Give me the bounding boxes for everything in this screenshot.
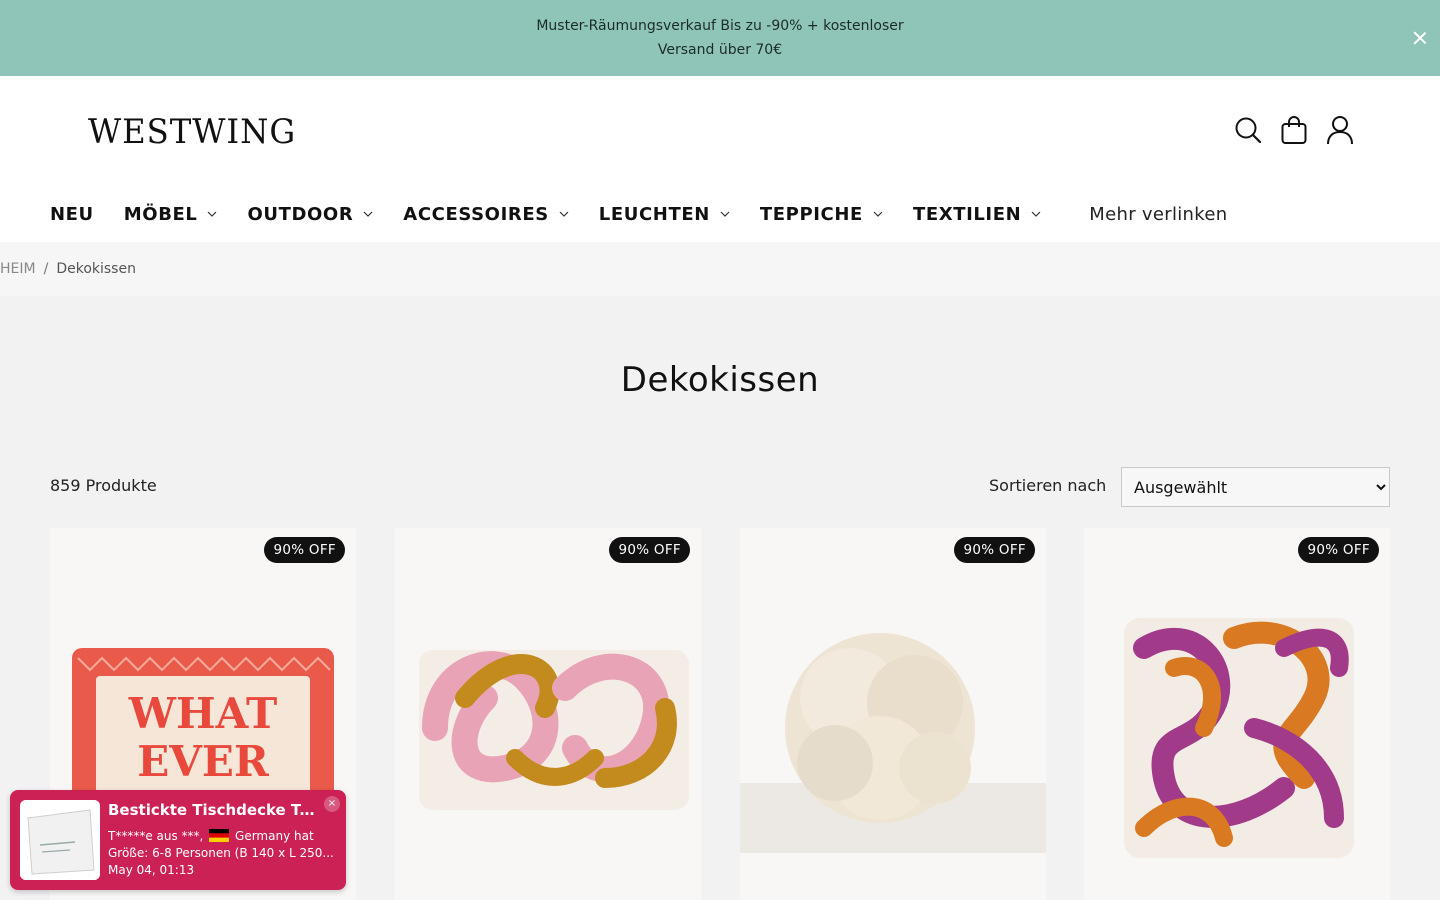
nav-item-textilien[interactable]: TEXTILIEN (913, 204, 1041, 225)
discount-badge: 90% OFF (609, 537, 690, 563)
notification-size: Größe: 6-8 Personen (B 140 x L 250... (108, 846, 334, 860)
product-card[interactable]: 90% OFF (740, 528, 1046, 900)
nav-item-label: OUTDOOR (247, 203, 354, 225)
chevron-down-icon (363, 211, 373, 217)
nav-item-outdoor[interactable]: OUTDOOR (247, 204, 373, 225)
nav-item-leuchten[interactable]: LEUCHTEN (599, 204, 730, 225)
sort-label: Sortieren nach (989, 476, 1107, 495)
nav-more-link[interactable]: Mehr verlinken (1089, 204, 1227, 225)
discount-badge: 90% OFF (1298, 537, 1379, 563)
site-header: WESTWING NEU MÖBEL OUTDOOR ACCESSOIRES L… (0, 76, 1440, 242)
notification-time: May 04, 01:13 (108, 863, 195, 877)
germany-flag-icon (209, 829, 230, 842)
breadcrumb-home-link[interactable]: HEIM (0, 261, 36, 277)
nav-item-label: LEUCHTEN (598, 203, 710, 225)
logo[interactable]: WESTWING (88, 112, 296, 152)
announcement-text-line1: Muster-Räumungsverkauf Bis zu -90% + kos… (536, 18, 904, 34)
product-card[interactable]: 90% OFF (395, 528, 701, 900)
nav-item-label: NEU (50, 203, 94, 225)
nav-item-label: ACCESSOIRES (403, 203, 549, 225)
nav-item-accessoires[interactable]: ACCESSOIRES (403, 204, 569, 225)
account-icon[interactable] (1326, 114, 1354, 146)
chevron-down-icon (559, 211, 569, 217)
close-icon[interactable] (1410, 28, 1430, 48)
product-card[interactable]: 90% OFF (1084, 528, 1390, 900)
nav-item-teppiche[interactable]: TEPPICHE (760, 204, 883, 225)
main-navigation: NEU MÖBEL OUTDOOR ACCESSOIRES LEUCHTEN T… (50, 200, 1227, 228)
nav-item-neu[interactable]: NEU (50, 204, 94, 225)
breadcrumb-separator: / (43, 261, 49, 277)
nav-item-label: MÖBEL (123, 203, 198, 225)
breadcrumb-current: Dekokissen (56, 261, 136, 277)
chevron-down-icon (720, 211, 730, 217)
product-image-text: EVER (137, 737, 270, 786)
page-title: Dekokissen (620, 360, 820, 400)
purchase-notification[interactable]: Bestickte Tischdecke Tu... × T*****e aus… (10, 790, 346, 890)
cart-icon[interactable] (1280, 114, 1308, 146)
product-count: 859 Produkte (50, 476, 157, 495)
product-image-text: WHAT (128, 689, 277, 738)
product-image (1124, 618, 1354, 858)
notification-country: Germany hat (235, 829, 314, 843)
nav-item-label: TEPPICHE (759, 203, 863, 225)
discount-badge: 90% OFF (264, 537, 345, 563)
chevron-down-icon (873, 211, 883, 217)
discount-badge: 90% OFF (954, 537, 1035, 563)
nav-item-label: TEXTILIEN (912, 203, 1022, 225)
chevron-down-icon (208, 211, 217, 217)
nav-item-moebel[interactable]: MÖBEL (124, 204, 218, 225)
search-icon[interactable] (1234, 114, 1262, 146)
product-image (740, 633, 1046, 853)
header-icons (1234, 114, 1354, 146)
notification-buyer-line: T*****e aus ***, Germany hat (108, 829, 338, 843)
breadcrumb: HEIM / Dekokissen (0, 242, 1440, 296)
notification-title: Bestickte Tischdecke Tu... (108, 801, 318, 819)
announcement-text-line2: Versand über 70€ (657, 42, 783, 58)
sort-select[interactable]: Ausgewählt (1121, 467, 1390, 507)
notification-thumbnail (20, 800, 100, 880)
notification-buyer: T*****e aus ***, (108, 829, 204, 843)
product-image (419, 650, 689, 810)
close-icon[interactable]: × (324, 796, 340, 812)
announcement-bar: Muster-Räumungsverkauf Bis zu -90% + kos… (0, 0, 1440, 76)
chevron-down-icon (1031, 211, 1041, 217)
